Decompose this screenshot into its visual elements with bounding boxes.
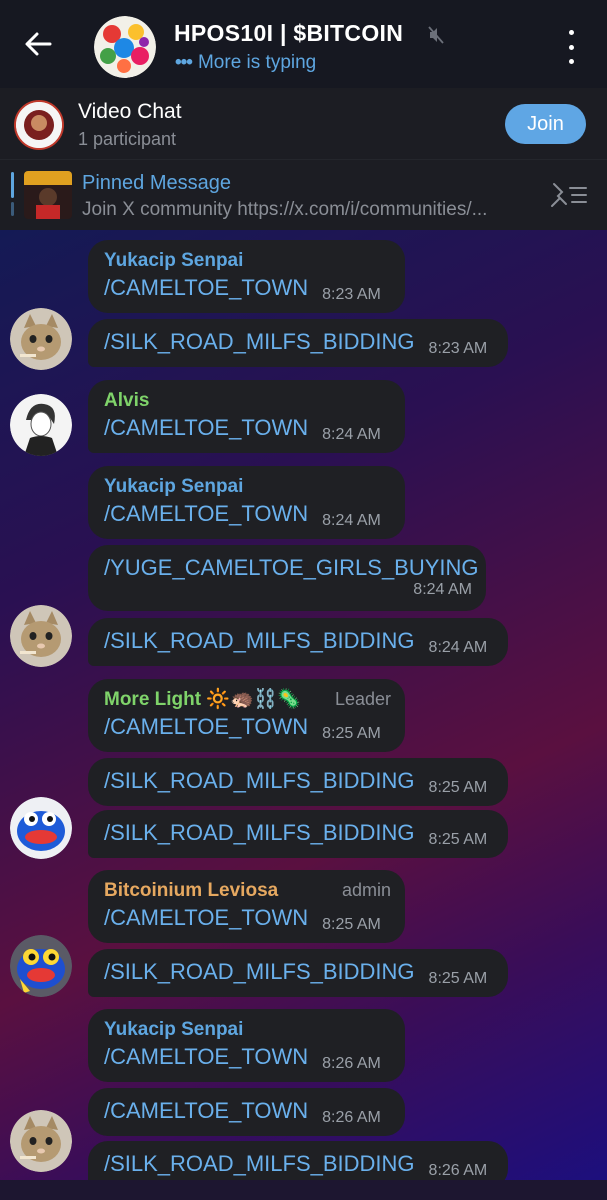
pinned-message-bar[interactable]: Pinned Message Join X community https://… <box>0 159 607 230</box>
bot-command-link[interactable]: /SILK_ROAD_MILFS_BIDDING <box>104 957 415 987</box>
sender-name[interactable]: Alvis <box>104 389 391 413</box>
message-time: 8:24 AM <box>428 639 488 656</box>
pinned-title: Pinned Message <box>82 172 231 194</box>
sender-name[interactable]: Bitcoinium Leviosa <box>104 879 278 903</box>
message-bubble[interactable]: /CAMELTOE_TOWN 8:26 AM <box>88 1088 405 1136</box>
dot-icon <box>568 44 574 50</box>
bot-command-link[interactable]: /CAMELTOE_TOWN <box>104 499 308 529</box>
avatar-colorful-creature[interactable] <box>10 935 72 997</box>
message-time: 8:25 AM <box>428 831 488 848</box>
message-list[interactable]: Yukacip Senpai /CAMELTOE_TOWN 8:23 AM /SI… <box>0 229 607 1200</box>
sender-name[interactable]: Yukacip Senpai <box>104 249 391 273</box>
bot-command-link[interactable]: /CAMELTOE_TOWN <box>104 903 308 933</box>
bot-command-link[interactable]: /SILK_ROAD_MILFS_BIDDING <box>104 1149 415 1179</box>
bot-command-link[interactable]: /CAMELTOE_TOWN <box>104 1096 308 1126</box>
arrow-left-icon <box>25 32 52 56</box>
message-bubble[interactable]: Alvis /CAMELTOE_TOWN 8:24 AM <box>88 380 405 453</box>
message-time: 8:24 AM <box>413 581 472 598</box>
message-time: 8:26 AM <box>322 1109 381 1126</box>
more-menu-button[interactable] <box>556 30 586 64</box>
pin-list-icon[interactable] <box>548 180 588 208</box>
bot-command-link[interactable]: /CAMELTOE_TOWN <box>104 1042 308 1072</box>
dot-icon <box>568 59 574 64</box>
pinned-indicator-secondary <box>11 202 14 216</box>
avatar-cat[interactable] <box>10 1110 72 1172</box>
message-bubble[interactable]: /SILK_ROAD_MILFS_BIDDING 8:25 AM <box>88 758 508 806</box>
message-time: 8:25 AM <box>322 725 381 742</box>
message-bubble[interactable]: /SILK_ROAD_MILFS_BIDDING 8:24 AM <box>88 618 508 666</box>
message-bubble[interactable]: /SILK_ROAD_MILFS_BIDDING 8:25 AM <box>88 810 508 858</box>
avatar-cat[interactable] <box>10 308 72 370</box>
sender-name[interactable]: More Light 🔆🦔⛓️🦠 <box>104 688 301 712</box>
message-time: 8:26 AM <box>428 1162 488 1179</box>
typing-text: More is typing <box>197 52 317 73</box>
message-bubble[interactable]: Yukacip Senpai /CAMELTOE_TOWN 8:23 AM <box>88 240 405 313</box>
avatar-blue-creature[interactable] <box>10 797 72 859</box>
pinned-indicator <box>11 172 14 198</box>
bot-command-link[interactable]: /CAMELTOE_TOWN <box>104 413 308 443</box>
message-time: 8:25 AM <box>428 970 488 987</box>
message-bubble[interactable]: /SILK_ROAD_MILFS_BIDDING 8:23 AM <box>88 319 508 367</box>
participant-avatar <box>14 100 64 150</box>
bot-command-link[interactable]: /SILK_ROAD_MILFS_BIDDING <box>104 766 415 796</box>
message-time: 8:26 AM <box>322 1055 381 1072</box>
sender-name[interactable]: Yukacip Senpai <box>104 475 391 499</box>
message-time: 8:24 AM <box>322 512 381 529</box>
pinned-text: Join X community https://x.com/i/communi… <box>82 199 488 220</box>
muted-icon <box>428 26 444 44</box>
sender-name[interactable]: Yukacip Senpai <box>104 1018 391 1042</box>
bot-command-link[interactable]: /YUGE_CAMELTOE_GIRLS_BUYING <box>104 553 479 583</box>
message-bubble[interactable]: Yukacip Senpai /CAMELTOE_TOWN 8:26 AM <box>88 1009 405 1082</box>
video-chat-participants: 1 participant <box>78 129 177 149</box>
chat-title[interactable]: HPOS10I | $BITCOIN <box>174 20 403 47</box>
message-time: 8:25 AM <box>322 916 381 933</box>
input-bar-edge <box>0 1180 607 1200</box>
bot-command-link[interactable]: /SILK_ROAD_MILFS_BIDDING <box>104 818 415 848</box>
typing-status: ••• More is typing <box>175 52 316 74</box>
app-bar: HPOS10I | $BITCOIN ••• More is typing <box>0 0 607 88</box>
message-time: 8:24 AM <box>322 426 381 443</box>
member-role: admin <box>341 880 391 900</box>
bot-command-link[interactable]: /CAMELTOE_TOWN <box>104 712 308 742</box>
bot-command-link[interactable]: /SILK_ROAD_MILFS_BIDDING <box>104 327 415 357</box>
message-time: 8:23 AM <box>322 286 381 303</box>
bot-command-link[interactable]: /CAMELTOE_TOWN <box>104 273 308 303</box>
back-button[interactable] <box>18 24 58 64</box>
group-avatar[interactable] <box>94 16 156 78</box>
message-bubble[interactable]: Yukacip Senpai /CAMELTOE_TOWN 8:24 AM <box>88 466 405 539</box>
message-time: 8:23 AM <box>428 340 488 357</box>
member-role: Leader <box>334 689 391 709</box>
group-avatar-image <box>94 16 156 78</box>
avatar-alvis[interactable] <box>10 394 72 456</box>
message-bubble[interactable]: /SILK_ROAD_MILFS_BIDDING 8:25 AM <box>88 949 508 997</box>
join-button[interactable]: Join <box>505 104 586 144</box>
typing-dots-icon: ••• <box>175 52 193 73</box>
message-bubble[interactable]: Bitcoinium Leviosa admin /CAMELTOE_TOWN 8… <box>88 870 405 943</box>
dot-icon <box>568 30 574 35</box>
video-chat-title: Video Chat <box>78 100 182 123</box>
pinned-thumbnail <box>24 171 72 219</box>
video-chat-bar[interactable]: Video Chat 1 participant Join <box>0 88 607 159</box>
message-bubble[interactable]: /YUGE_CAMELTOE_GIRLS_BUYING 8:24 AM <box>88 545 486 611</box>
message-time: 8:25 AM <box>428 779 488 796</box>
avatar-cat[interactable] <box>10 605 72 667</box>
bot-command-link[interactable]: /SILK_ROAD_MILFS_BIDDING <box>104 626 415 656</box>
message-bubble[interactable]: More Light 🔆🦔⛓️🦠 Leader /CAMELTOE_TOWN 8:… <box>88 679 405 752</box>
